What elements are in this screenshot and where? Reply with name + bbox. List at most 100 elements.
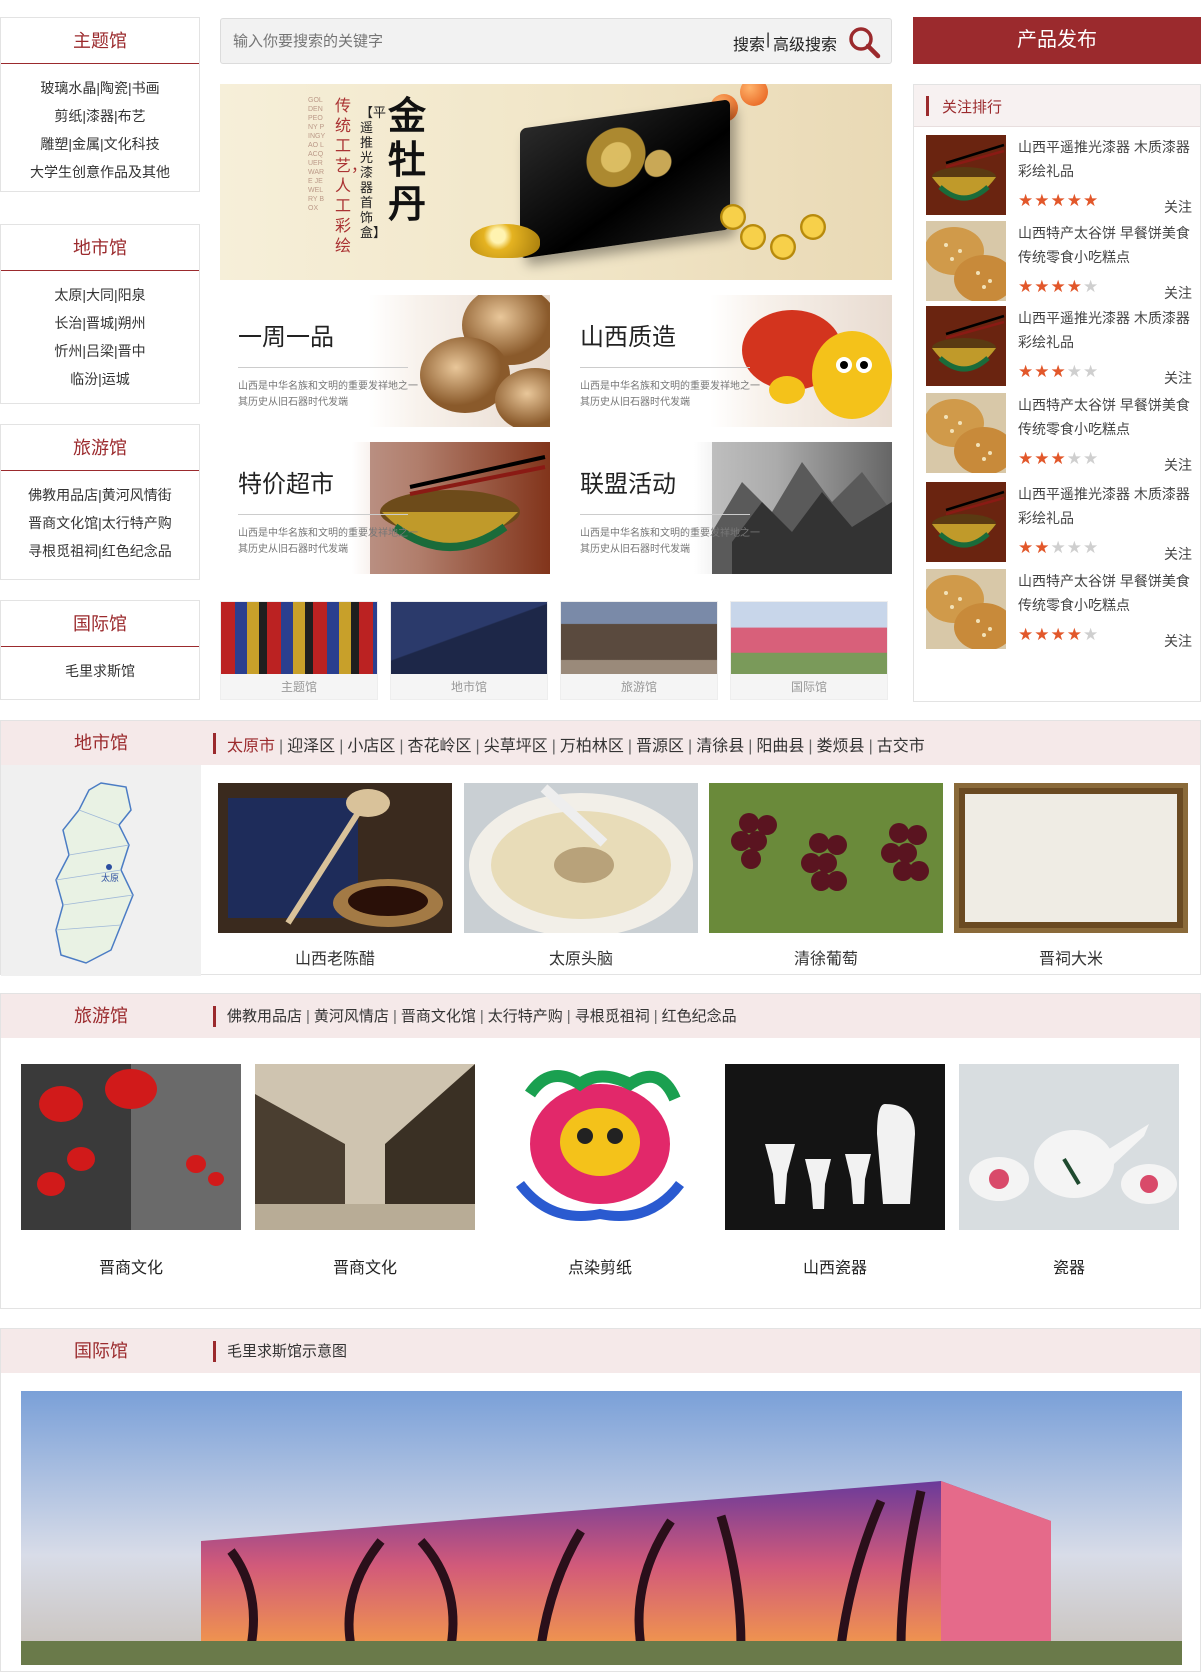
product-name: 山西老陈醋 [294, 951, 375, 968]
follow-link[interactable]: 关注 [1164, 197, 1192, 217]
search-input[interactable] [233, 27, 673, 55]
district-link[interactable]: 古交市 [877, 738, 925, 755]
category-links[interactable]: 寻根觅祖祠|红色纪念品 [1, 537, 199, 565]
district-link[interactable]: 尖草坪区 [484, 738, 548, 755]
tile-alliance-event[interactable]: 联盟活动 山西是中华名族和文明的重要发祥地之一 其历史从旧石器时代发端 [562, 442, 892, 574]
category-links[interactable]: 雕塑|金属|文化科技 [1, 130, 199, 158]
tile-desc: 山西是中华名族和文明的重要发祥地之一 其历史从旧石器时代发端 [238, 528, 418, 555]
separator: | [475, 738, 480, 755]
product-name[interactable]: 山西平遥推光漆器 木质漆器彩绘礼品 [1018, 135, 1198, 183]
product-thumb[interactable] [926, 482, 1006, 562]
district-link[interactable]: 阳曲县 [756, 738, 804, 755]
thumb-theme[interactable]: 主题馆 [220, 601, 378, 700]
product-name[interactable]: 山西特产太谷饼 早餐饼美食传统零食小吃糕点 [1018, 569, 1198, 617]
product-thumb[interactable] [926, 393, 1006, 473]
district-link[interactable]: 太原市 [227, 738, 275, 755]
category-links[interactable]: 剪纸|漆器|布艺 [1, 102, 199, 130]
search-link[interactable]: 搜索 [733, 31, 765, 55]
separator: | [279, 738, 284, 755]
section-title[interactable]: 国际馆 [1, 1329, 201, 1373]
tile-special-market[interactable]: 特价超市 山西是中华名族和文明的重要发祥地之一 其历史从旧石器时代发端 [220, 442, 550, 574]
tourism-link[interactable]: 太行特产购 [488, 1008, 563, 1025]
map-label: 太原 [101, 873, 120, 883]
district-link[interactable]: 晋源区 [636, 738, 684, 755]
star-icon: ★ [1018, 277, 1035, 296]
ranking-item[interactable]: 山西平遥推光漆器 木质漆器彩绘礼品 ★★★★★ 关注 [926, 135, 1192, 217]
category-links[interactable]: 临汾|运城 [1, 365, 199, 393]
district-link[interactable]: 小店区 [347, 738, 395, 755]
tile-title: 特价超市 [238, 471, 334, 498]
follow-link[interactable]: 关注 [1164, 368, 1192, 388]
product-thumb[interactable] [926, 306, 1006, 386]
category-title[interactable]: 主题馆 [1, 18, 199, 64]
tourism-link[interactable]: 佛教用品店 [227, 1008, 302, 1025]
category-links[interactable]: 毛里求斯馆 [1, 657, 199, 685]
follow-link[interactable]: 关注 [1164, 631, 1192, 651]
category-links[interactable]: 晋商文化馆|太行特产购 [1, 509, 199, 537]
tour-name: 山西瓷器 [802, 1260, 867, 1277]
star-icon: ★ [1066, 538, 1083, 557]
product-name[interactable]: 山西平遥推光漆器 木质漆器彩绘礼品 [1018, 306, 1198, 354]
ranking-item[interactable]: 山西特产太谷饼 早餐饼美食传统零食小吃糕点 ★★★★★ 关注 [926, 393, 1192, 475]
orange-decoration [740, 84, 768, 106]
separator: | [306, 1008, 310, 1025]
shanxi-map[interactable]: 太原 [1, 765, 201, 976]
tour-name: 点染剪纸 [567, 1260, 632, 1277]
divider [238, 514, 408, 515]
star-icon: ★ [1066, 191, 1083, 210]
porcelain-cups-image [725, 1064, 945, 1230]
category-links[interactable]: 太原|大同|阳泉 [1, 281, 199, 309]
product-name[interactable]: 山西特产太谷饼 早餐饼美食传统零食小吃糕点 [1018, 221, 1198, 269]
star-icon: ★ [1034, 277, 1051, 296]
district-link[interactable]: 万柏林区 [560, 738, 624, 755]
accent-bar [926, 96, 929, 116]
search-icon[interactable] [847, 25, 881, 59]
category-title[interactable]: 地市馆 [1, 225, 199, 271]
publish-button[interactable]: 产品发布 [913, 17, 1201, 64]
category-links[interactable]: 大学生创意作品及其他 [1, 158, 199, 186]
coin-image [800, 214, 826, 240]
product-thumb[interactable] [926, 221, 1006, 301]
category-links[interactable]: 佛教用品店|黄河风情街 [1, 481, 199, 509]
district-link[interactable]: 娄烦县 [817, 738, 865, 755]
district-link[interactable]: 清徐县 [696, 738, 744, 755]
product-thumb[interactable] [926, 135, 1006, 215]
tile-title: 一周一品 [238, 324, 334, 351]
section-title[interactable]: 旅游馆 [1, 994, 201, 1038]
ranking-item[interactable]: 山西特产太谷饼 早餐饼美食传统零食小吃糕点 ★★★★★ 关注 [926, 569, 1192, 651]
tile-weekly[interactable]: 一周一品 山西是中华名族和文明的重要发祥地之一 其历史从旧石器时代发端 [220, 295, 550, 427]
advanced-search-link[interactable]: 高级搜索 [773, 31, 837, 55]
tourism-link[interactable]: 红色纪念品 [662, 1008, 737, 1025]
category-title[interactable]: 旅游馆 [1, 425, 199, 471]
thumb-international[interactable]: 国际馆 [730, 601, 888, 700]
product-thumb[interactable] [926, 569, 1006, 649]
thumb-city[interactable]: 地市馆 [390, 601, 548, 700]
ranking-panel: 关注排行 山西平遥推光漆器 木质漆器彩绘礼品 ★★★★★ 关注 山西特产太谷饼 早餐饼… [913, 84, 1201, 702]
category-links[interactable]: 长治|晋城|朔州 [1, 309, 199, 337]
tile-shanxi-made[interactable]: 山西质造 山西是中华名族和文明的重要发祥地之一 其历史从旧石器时代发端 [562, 295, 892, 427]
district-link[interactable]: 杏花岭区 [408, 738, 472, 755]
promo-banner[interactable]: GOLDEN PEONY PINGYAO LACQUERWARE JEWELRY… [220, 84, 892, 280]
tourism-link[interactable]: 黄河风情店 [314, 1008, 389, 1025]
follow-link[interactable]: 关注 [1164, 544, 1192, 564]
pavilion-link[interactable]: 毛里求斯馆示意图 [227, 1340, 347, 1361]
ranking-item[interactable]: 山西平遥推光漆器 木质漆器彩绘礼品 ★★★★★ 关注 [926, 482, 1192, 564]
category-links[interactable]: 玻璃水晶|陶瓷|书画 [1, 74, 199, 102]
tourism-link[interactable]: 寻根觅祖祠 [575, 1008, 650, 1025]
follow-link[interactable]: 关注 [1164, 283, 1192, 303]
star-icon: ★ [1018, 449, 1035, 468]
follow-link[interactable]: 关注 [1164, 455, 1192, 475]
ranking-item[interactable]: 山西平遥推光漆器 木质漆器彩绘礼品 ★★★★★ 关注 [926, 306, 1192, 388]
tourism-link[interactable]: 晋商文化馆 [401, 1008, 476, 1025]
thumb-tourism[interactable]: 旅游馆 [560, 601, 718, 700]
category-title[interactable]: 国际馆 [1, 601, 199, 647]
ranking-item[interactable]: 山西特产太谷饼 早餐饼美食传统零食小吃糕点 ★★★★★ 关注 [926, 221, 1192, 303]
divider [580, 367, 750, 368]
product-name[interactable]: 山西特产太谷饼 早餐饼美食传统零食小吃糕点 [1018, 393, 1198, 441]
category-links[interactable]: 忻州|吕梁|晋中 [1, 337, 199, 365]
category-box-tourism: 旅游馆 佛教用品店|黄河风情街 晋商文化馆|太行特产购 寻根觅祖祠|红色纪念品 [0, 424, 200, 580]
section-title[interactable]: 地市馆 [1, 721, 201, 765]
district-link[interactable]: 迎泽区 [287, 738, 335, 755]
pavilion-image[interactable] [21, 1391, 1182, 1665]
product-name[interactable]: 山西平遥推光漆器 木质漆器彩绘礼品 [1018, 482, 1198, 530]
